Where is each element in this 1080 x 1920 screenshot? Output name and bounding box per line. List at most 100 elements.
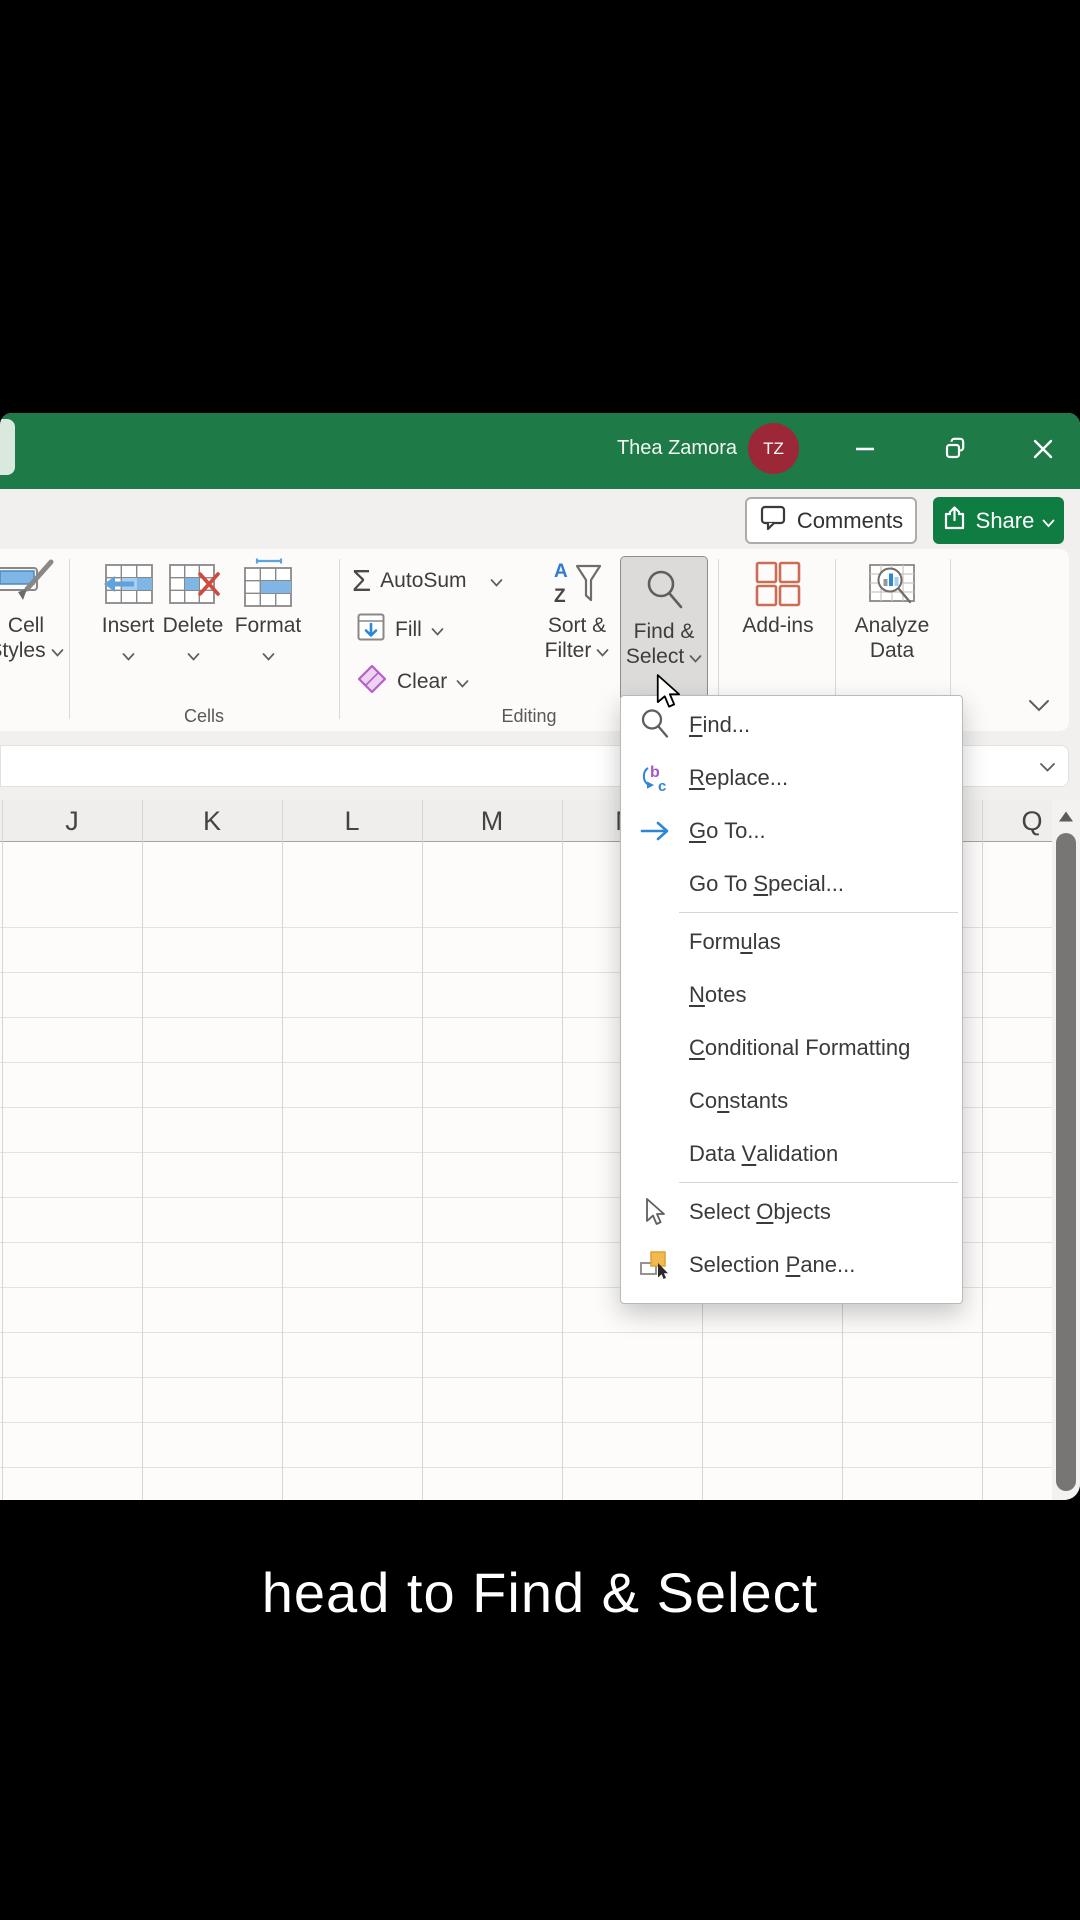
chevron-down-icon <box>456 670 469 694</box>
clear-label: Clear <box>397 670 448 693</box>
format-cells-icon <box>241 555 295 613</box>
svg-text:Z: Z <box>554 586 566 607</box>
cell-styles-label-2: Styles <box>0 639 46 662</box>
cell-styles-label-1: Cell <box>7 614 45 637</box>
fill-button[interactable]: Fill <box>356 612 444 648</box>
editing-group-label: Editing <box>501 706 557 726</box>
menu-item-conditional-formatting[interactable]: Conditional Formatting <box>621 1021 962 1074</box>
menu-item-select-objects[interactable]: Select Objects <box>621 1185 962 1238</box>
column-header-K[interactable]: K <box>203 806 221 837</box>
share-button[interactable]: Share <box>933 497 1064 544</box>
collapse-ribbon-button[interactable] <box>1028 699 1050 717</box>
menu-separator <box>679 912 958 913</box>
brush-icon <box>0 555 57 613</box>
scroll-up-arrow-icon[interactable] <box>1058 810 1074 828</box>
titlebar-edge-tab <box>0 419 15 475</box>
scrollbar-thumb[interactable] <box>1056 833 1076 1491</box>
video-frame: Thea Zamora TZ Comments Share Cell tyles… <box>0 0 1080 1920</box>
analyze-label-2: Data <box>869 639 915 662</box>
chevron-down-icon <box>51 638 64 663</box>
analyze-label-1: Analyze <box>854 614 930 637</box>
find-select-label-1: Find & <box>633 620 695 643</box>
column-header-M[interactable]: M <box>481 806 504 837</box>
minimize-icon <box>853 437 877 466</box>
autosum-button[interactable]: Σ AutoSum <box>352 563 503 599</box>
svg-text:c: c <box>658 778 666 795</box>
chevron-down-icon <box>262 643 275 661</box>
format-label: Format <box>234 614 302 637</box>
video-caption: head to Find & Select <box>261 1561 819 1624</box>
magnifier-icon <box>641 563 687 619</box>
restore-icon <box>943 437 967 466</box>
fill-down-icon <box>356 612 386 648</box>
sigma-icon: Σ <box>352 563 372 598</box>
chevron-down-icon <box>490 569 503 593</box>
signed-in-user: Thea Zamora <box>616 437 737 459</box>
menu-item-constants[interactable]: Co n stants <box>621 1074 962 1127</box>
addins-button[interactable]: Add-ins <box>742 555 814 638</box>
comments-label: Comments <box>796 507 904 533</box>
avatar-initials: TZ <box>763 438 784 458</box>
excel-window: Thea Zamora TZ Comments Share Cell tyles… <box>0 413 1080 1500</box>
delete-button[interactable]: Delete <box>157 555 229 661</box>
addins-label: Add-ins <box>742 614 814 637</box>
expand-formula-bar-button[interactable] <box>1039 760 1056 778</box>
replace-icon: b c <box>621 761 689 795</box>
chevron-down-icon <box>596 638 609 663</box>
delete-label: Delete <box>162 614 224 637</box>
titlebar: Thea Zamora TZ <box>0 413 1080 489</box>
column-header-Q[interactable]: Q <box>1021 806 1042 837</box>
autosum-label: AutoSum <box>380 569 467 592</box>
chevron-down-icon <box>689 644 702 669</box>
chevron-down-icon <box>122 643 135 661</box>
share-label: Share <box>975 507 1035 533</box>
analyze-data-button[interactable]: Analyze Data <box>854 555 930 663</box>
addins-grid-icon <box>754 555 802 613</box>
group-separator <box>339 559 340 719</box>
insert-label: Insert <box>101 614 155 637</box>
cells-group-label: Cells <box>183 706 224 726</box>
select-cursor-icon <box>621 1197 689 1227</box>
cell-styles-button[interactable]: Cell Styles <box>0 555 86 663</box>
menu-item-go-to[interactable]: Go To... <box>621 804 962 857</box>
chevron-down-icon <box>187 643 200 661</box>
avatar[interactable]: TZ <box>748 423 799 474</box>
share-chevron-icon <box>1042 508 1055 534</box>
find-select-menu: Find... b c Replace... G o To... Go To S… <box>620 695 963 1304</box>
arrow-right-icon <box>621 820 689 842</box>
close-button[interactable] <box>1021 429 1065 473</box>
menu-item-notes[interactable]: Notes <box>621 968 962 1021</box>
svg-text:A: A <box>554 561 568 582</box>
menu-item-data-validation[interactable]: Data Validation <box>621 1127 962 1180</box>
delete-cells-icon <box>166 555 220 613</box>
selection-pane-icon <box>621 1250 689 1280</box>
eraser-icon <box>356 663 388 701</box>
menu-item-formulas[interactable]: Form u las <box>621 915 962 968</box>
format-button[interactable]: Format <box>232 555 304 661</box>
column-header-J[interactable]: J <box>65 806 79 837</box>
sort-filter-button[interactable]: A Z Sort & Filter <box>541 555 613 663</box>
mouse-cursor <box>655 674 683 715</box>
menu-item-go-to-special[interactable]: Go To Special... <box>621 857 962 910</box>
comment-bubble-icon <box>759 504 787 537</box>
share-icon <box>942 505 968 537</box>
comments-button[interactable]: Comments <box>745 497 917 544</box>
fill-label: Fill <box>395 618 422 641</box>
chevron-down-icon <box>431 618 444 642</box>
sort-filter-label-1: Sort & <box>547 614 607 637</box>
insert-cells-icon <box>101 555 155 613</box>
find-select-label-2: Select <box>625 645 685 668</box>
sort-filter-icon: A Z <box>551 555 603 613</box>
insert-button[interactable]: Insert <box>92 555 164 661</box>
analyze-data-icon <box>867 555 917 613</box>
vertical-scrollbar[interactable] <box>1052 800 1080 1500</box>
menu-item-selection-pane[interactable]: Selection Pane... <box>621 1238 962 1291</box>
menu-separator <box>679 1182 958 1183</box>
clear-button[interactable]: Clear <box>356 663 469 701</box>
minimize-button[interactable] <box>843 429 887 473</box>
restore-button[interactable] <box>933 429 977 473</box>
column-header-L[interactable]: L <box>344 806 359 837</box>
menu-item-replace[interactable]: b c Replace... <box>621 751 962 804</box>
close-icon <box>1031 437 1055 466</box>
sort-filter-label-2: Filter <box>544 639 592 662</box>
